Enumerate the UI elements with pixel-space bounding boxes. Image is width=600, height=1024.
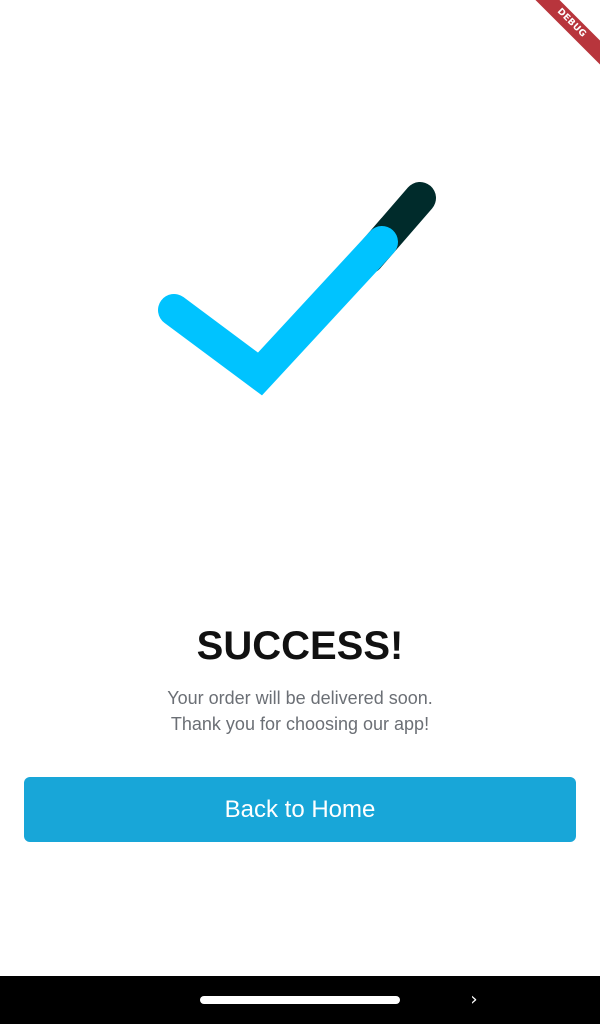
success-message: Your order will be delivered soon. Thank… (0, 685, 600, 737)
success-message-line-1: Your order will be delivered soon. (167, 688, 433, 708)
checkmark-main-stroke (158, 226, 398, 396)
page-title: SUCCESS! (196, 624, 404, 668)
chevron-right-icon[interactable]: › (464, 988, 484, 1012)
debug-banner: DEBUG (530, 0, 600, 70)
system-navigation-bar: › (0, 976, 600, 1024)
success-screen: DEBUG SUCCESS! Your order will be delive… (0, 0, 600, 1024)
checkmark-icon (158, 182, 436, 396)
success-message-line-2: Thank you for choosing our app! (170, 714, 430, 734)
home-indicator[interactable] (200, 996, 400, 1004)
back-to-home-button[interactable]: Back to Home (24, 777, 576, 842)
debug-banner-label: DEBUG (530, 0, 600, 69)
